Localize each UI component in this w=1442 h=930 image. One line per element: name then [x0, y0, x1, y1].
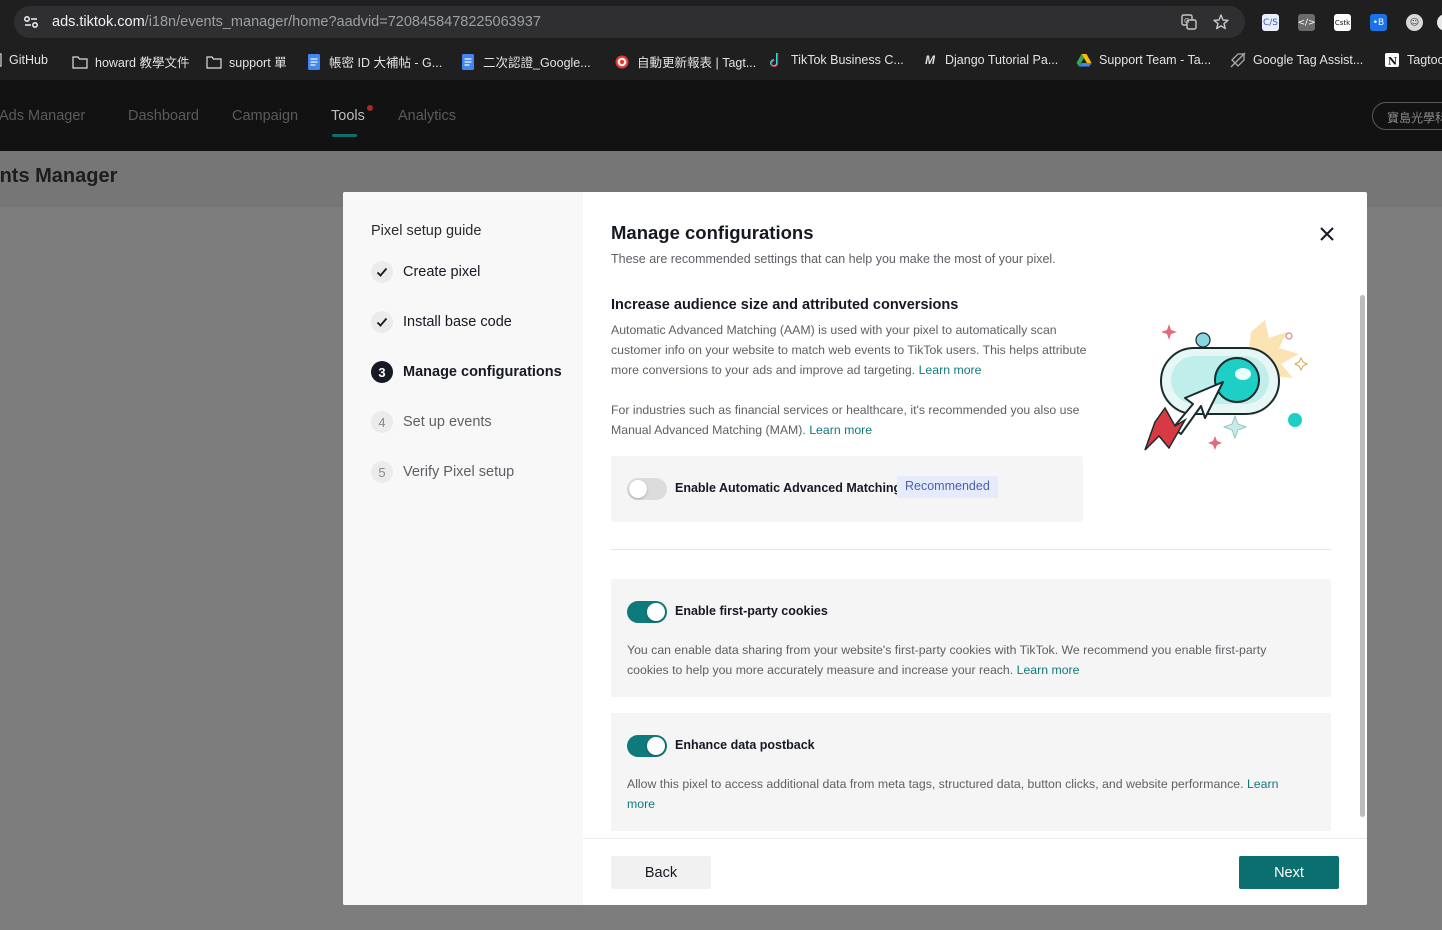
nav-tools[interactable]: Tools	[331, 108, 365, 124]
recommended-badge: Recommended	[897, 476, 998, 498]
setup-guide-sidebar: Pixel setup guide Create pixel Install b…	[343, 192, 583, 905]
section-divider	[611, 549, 1331, 550]
bookmarks-bar: GitHub howard 教學文件 support 單 帳密 ID 大補帖 -…	[0, 43, 1442, 80]
drive-icon	[1076, 52, 1092, 68]
toggle-knob	[629, 480, 647, 498]
profile-avatar[interactable]	[1437, 14, 1442, 31]
github-icon	[0, 52, 2, 68]
active-tab-indicator	[332, 134, 357, 137]
modal-title: Manage configurations	[611, 222, 814, 243]
account-switcher[interactable]: 寶島光學科技	[1372, 102, 1442, 130]
tiktok-icon	[768, 52, 784, 68]
m-icon: M	[925, 53, 935, 67]
nav-analytics[interactable]: Analytics	[398, 108, 456, 124]
folder-icon	[206, 54, 222, 70]
bookmark-credentials-doc[interactable]: 帳密 ID 大補帖 - G...	[306, 52, 442, 71]
section-title: Increase audience size and attributed co…	[611, 297, 959, 313]
extension-code-icon[interactable]: </>	[1297, 14, 1316, 31]
site-settings-icon[interactable]	[22, 13, 40, 31]
bookmark-star-icon[interactable]	[1212, 13, 1230, 31]
bookmark-howard-docs[interactable]: howard 教學文件	[72, 52, 189, 71]
step-verify-pixel-setup[interactable]: 5 Verify Pixel setup	[371, 461, 514, 483]
app-top-nav: Ads Manager Dashboard Campaign Tools Ana…	[0, 80, 1442, 151]
docs-icon	[460, 53, 476, 70]
browser-toolbar: ads.tiktok.com/i18n/events_manager/home?…	[0, 0, 1442, 43]
enhance-data-postback-description: Allow this pixel to access additional da…	[627, 777, 1279, 811]
url-text[interactable]: ads.tiktok.com/i18n/events_manager/home?…	[52, 14, 541, 30]
first-party-cookies-description: You can enable data sharing from your we…	[627, 643, 1267, 677]
svg-text:N: N	[1388, 57, 1397, 68]
notification-dot	[367, 105, 373, 111]
translate-icon[interactable]: G	[1180, 13, 1198, 31]
extension-gtm-icon[interactable]: Cstk	[1334, 14, 1351, 31]
toggle-knob	[647, 603, 665, 621]
modal-subtitle: These are recommended settings that can …	[611, 252, 1056, 266]
docs-icon	[306, 53, 322, 70]
learn-more-link[interactable]: Learn more	[919, 363, 982, 377]
aam-toggle-switch[interactable]	[627, 478, 667, 500]
step-manage-configurations[interactable]: 3 Manage configurations	[371, 361, 562, 383]
toggle-knob	[647, 737, 665, 755]
bookmark-django-tutorial[interactable]: M Django Tutorial Pa...	[922, 52, 1058, 68]
bookmark-2fa-doc[interactable]: 二次認證_Google...	[460, 52, 591, 71]
learn-more-link[interactable]: Learn more	[1017, 663, 1080, 677]
nav-dashboard[interactable]: Dashboard	[128, 108, 199, 124]
brand-title[interactable]: Ads Manager	[0, 108, 85, 124]
extension-face-icon[interactable]: ☺	[1406, 14, 1423, 31]
svg-text:G: G	[1184, 17, 1189, 25]
setup-guide-title: Pixel setup guide	[371, 223, 482, 239]
step-install-base-code[interactable]: Install base code	[371, 311, 512, 333]
step-set-up-events[interactable]: 4 Set up events	[371, 411, 492, 433]
pixel-setup-modal: Pixel setup guide Create pixel Install b…	[343, 192, 1367, 905]
enhance-data-postback-label: Enhance data postback	[675, 738, 815, 752]
first-party-cookies-label: Enable first-party cookies	[675, 604, 828, 618]
address-bar[interactable]: ads.tiktok.com/i18n/events_manager/home?…	[14, 6, 1245, 38]
tag-icon	[1230, 52, 1246, 68]
learn-more-link[interactable]: Learn more	[809, 423, 872, 437]
aam-toggle-label: Enable Automatic Advanced Matching	[675, 481, 902, 495]
bookmark-github[interactable]: GitHub	[0, 52, 48, 68]
nav-campaign[interactable]: Campaign	[232, 108, 298, 124]
bookmark-support-team[interactable]: Support Team - Ta...	[1076, 52, 1211, 68]
toggle-illustration	[1144, 320, 1309, 451]
bookmark-google-tag-assistant[interactable]: Google Tag Assist...	[1230, 52, 1363, 68]
bookmark-tiktok-business[interactable]: TikTok Business C...	[768, 52, 904, 68]
mam-description: For industries such as financial service…	[611, 403, 1080, 437]
extension-css-icon[interactable]: C/S	[1262, 14, 1279, 31]
check-icon	[371, 311, 393, 333]
modal-content: Manage configurations These are recommen…	[583, 192, 1367, 905]
first-party-cookies-toggle[interactable]	[627, 601, 667, 623]
target-icon	[614, 54, 630, 70]
enhance-data-postback-card: Enhance data postback Allow this pixel t…	[611, 713, 1331, 831]
bookmark-auto-report[interactable]: 自動更新報表 | Tagt...	[614, 52, 756, 71]
folder-icon	[72, 54, 88, 70]
extension-translate-icon[interactable]: •B	[1370, 14, 1387, 31]
bookmark-tagtoo[interactable]: N Tagtoo	[1384, 52, 1442, 68]
check-icon	[371, 261, 393, 283]
step-create-pixel[interactable]: Create pixel	[371, 261, 480, 283]
step-number-badge: 3	[371, 361, 393, 383]
notion-icon: N	[1384, 52, 1400, 68]
aam-description: Automatic Advanced Matching (AAM) is use…	[611, 323, 1087, 377]
step-number-badge: 5	[371, 461, 393, 483]
scrollbar[interactable]	[1360, 295, 1365, 817]
modal-footer: Back Next	[583, 838, 1367, 905]
step-number-badge: 4	[371, 411, 393, 433]
first-party-cookies-card: Enable first-party cookies You can enabl…	[611, 579, 1331, 697]
aam-toggle-row: Enable Automatic Advanced Matching Recom…	[611, 456, 1083, 522]
page-title: Events Manager	[0, 165, 118, 187]
next-button[interactable]: Next	[1239, 856, 1339, 889]
enhance-data-postback-toggle[interactable]	[627, 735, 667, 757]
bookmark-support[interactable]: support 單	[206, 52, 287, 71]
close-icon[interactable]	[1317, 224, 1337, 244]
back-button[interactable]: Back	[611, 856, 711, 889]
